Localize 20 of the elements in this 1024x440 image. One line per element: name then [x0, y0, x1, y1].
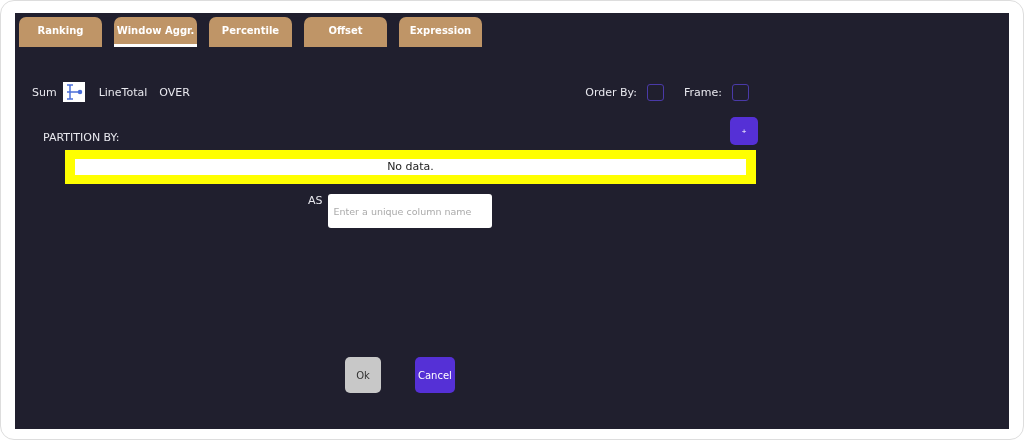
as-label: AS [308, 194, 323, 207]
option-label: Frame: [684, 85, 722, 99]
tab[interactable]: Percentile [209, 17, 292, 47]
checkbox[interactable] [732, 83, 749, 101]
hierarchy-icon[interactable] [62, 82, 85, 102]
function-name: Sum [32, 85, 57, 99]
column-name-field[interactable]: Enter a unique column name [327, 194, 492, 228]
column-name: LineTotal [98, 85, 148, 99]
tab[interactable]: Expression [399, 17, 482, 47]
option-label: Order By: [585, 85, 637, 99]
partition-label: PARTITION BY: [43, 131, 121, 144]
add-button[interactable]: + [730, 117, 758, 145]
tab[interactable]: Offset [304, 17, 387, 47]
checkbox[interactable] [647, 83, 664, 101]
empty-message: No data. [75, 159, 746, 175]
over-keyword: OVER [159, 85, 190, 99]
tab[interactable]: Ranking [19, 17, 102, 47]
cancel-button[interactable]: Cancel [415, 357, 455, 393]
tab[interactable]: Window Aggr. [114, 17, 197, 47]
ok-button[interactable]: Ok [345, 357, 381, 393]
